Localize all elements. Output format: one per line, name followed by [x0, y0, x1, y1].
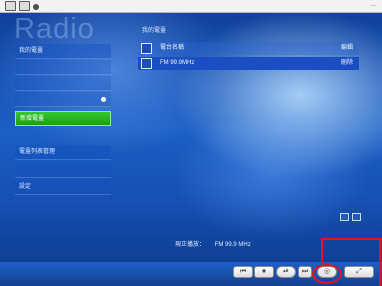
window-icon — [5, 1, 16, 11]
sidebar-item-empty-3[interactable] — [15, 92, 111, 107]
now-playing-value: FM 99.9 MHz — [214, 242, 251, 248]
annotation-line — [379, 238, 381, 286]
annotation-line — [321, 238, 323, 264]
status-indicator: ... — [370, 1, 376, 8]
station-action[interactable]: 刪除 — [341, 57, 353, 70]
scroll-left-icon[interactable] — [340, 213, 349, 221]
sidebar-item-add-station[interactable]: 新增電臺 — [15, 111, 111, 126]
fullscreen-button[interactable]: ⤢ — [344, 266, 374, 278]
page-title: 我的電臺 — [142, 28, 167, 34]
station-row[interactable]: 電台名稱 編輯 — [138, 42, 359, 55]
station-name: 電台名稱 — [160, 45, 185, 51]
radio-dot-icon — [101, 97, 106, 102]
station-row[interactable]: FM 99.9MHz 刪除 — [138, 57, 359, 70]
sidebar-item-my-radio[interactable]: 我的電臺 — [15, 44, 111, 59]
status-bar: ... — [0, 0, 382, 13]
checkbox-icon[interactable] — [141, 58, 152, 69]
station-action[interactable]: 編輯 — [341, 42, 353, 55]
sidebar-item-station-list[interactable]: 電臺列表管理 — [15, 145, 111, 160]
annotation-highlight — [312, 264, 342, 284]
checkbox-icon[interactable] — [141, 43, 152, 54]
sidebar-item-empty-1[interactable] — [15, 60, 111, 75]
record-icon — [33, 3, 39, 10]
now-playing-label: 現正播放： — [175, 242, 206, 248]
stop-button[interactable]: ⏹ — [254, 266, 274, 278]
station-name: FM 99.9MHz — [160, 60, 195, 66]
previous-button[interactable]: ⏮ — [233, 266, 253, 278]
scroll-right-icon[interactable] — [352, 213, 361, 221]
status-icons — [5, 1, 39, 11]
app-brand-title: Radio — [14, 13, 95, 45]
sidebar-item-empty-2[interactable] — [15, 76, 111, 91]
sidebar-item-empty-4[interactable] — [15, 163, 111, 178]
window-icon — [19, 1, 30, 11]
sidebar-item-settings[interactable]: 設定 — [15, 180, 111, 195]
now-playing: 現正播放： FM 99.9 MHz — [175, 239, 259, 248]
annotation-line — [321, 238, 382, 240]
next-button[interactable]: ⏭ — [298, 266, 312, 278]
play-pause-button[interactable]: ⏯ — [276, 266, 296, 278]
